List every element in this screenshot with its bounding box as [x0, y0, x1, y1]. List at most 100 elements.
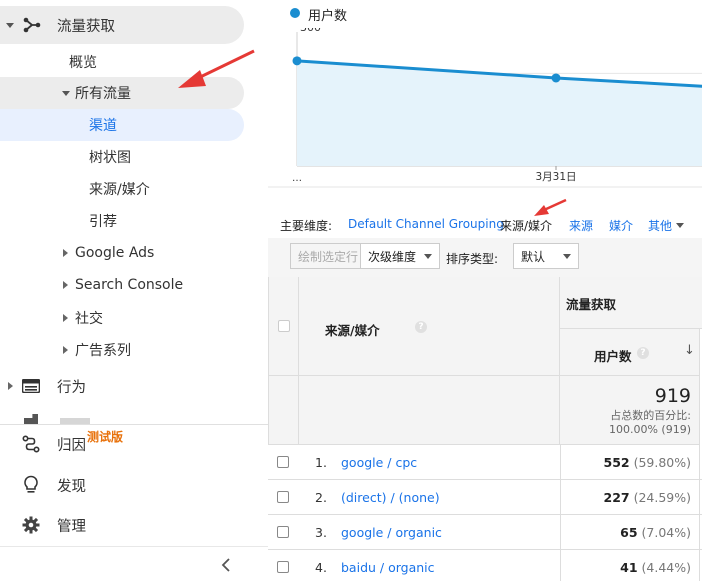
- row-index: 3.: [315, 525, 327, 540]
- row-users-pct: (7.04%): [641, 525, 691, 540]
- partially-hidden-icon: [24, 414, 38, 424]
- help-icon[interactable]: ?: [637, 347, 649, 359]
- header-source-cell: 来源/媒介 ?: [299, 277, 560, 376]
- sidebar-item-label: 行为: [57, 379, 86, 396]
- row-users: 552: [603, 455, 630, 470]
- column-users: 用户数: [594, 349, 632, 364]
- main-panel: 用户数 300200100…3月31日 主要维度: Default Channe…: [268, 0, 702, 581]
- header-checkbox-cell: [268, 277, 299, 376]
- sidebar-top-label: 流量获取: [57, 18, 115, 35]
- sidebar-item-google-ads[interactable]: Google Ads: [63, 237, 154, 269]
- dim-other[interactable]: 其他: [648, 217, 672, 234]
- sidebar-item-label: 广告系列: [75, 343, 131, 359]
- annotation-arrow: [534, 198, 567, 216]
- data-point: [551, 73, 561, 83]
- table-row: 1. google / cpc 552 (59.80%): [268, 445, 702, 480]
- sidebar-item-label: 管理: [57, 518, 86, 535]
- sidebar-item-label: 来源/媒介: [89, 182, 150, 198]
- annotation-arrow: [178, 49, 255, 88]
- dim-source[interactable]: 来源: [569, 217, 593, 234]
- acquisition-row[interactable]: 流量获取: [6, 9, 115, 41]
- chart-legend: 用户数: [308, 9, 348, 24]
- sidebar-item-label: 社交: [75, 311, 103, 327]
- sidebar-item-label: Google Ads: [75, 245, 155, 261]
- header-users-cell[interactable]: 用户数 ? ↓: [560, 329, 700, 376]
- sidebar-item-referrals[interactable]: 引荐: [89, 205, 117, 237]
- totals-label-cell: [299, 376, 560, 445]
- row-users-pct: (4.44%): [641, 560, 691, 575]
- chevron-down-icon: [424, 253, 432, 259]
- table-row: 2. (direct) / (none) 227 (24.59%): [268, 480, 702, 515]
- dim-medium[interactable]: 媒介: [609, 217, 633, 234]
- caret-right-icon: [63, 249, 68, 257]
- row-checkbox[interactable]: [277, 561, 289, 573]
- sidebar-item-all-traffic[interactable]: 所有流量: [62, 77, 131, 109]
- row-users-cell: 65 (7.04%): [560, 515, 700, 549]
- caret-right-icon: [8, 382, 13, 390]
- sidebar-item-social[interactable]: 社交: [63, 302, 103, 334]
- plot-rows-button[interactable]: 绘制选定行: [290, 243, 367, 269]
- totals-users-cell: 919 占总数的百分比: 100.00% (919): [560, 376, 700, 445]
- acquisition-icon: [23, 17, 41, 33]
- caret-right-icon: [63, 346, 68, 354]
- dim-source-medium[interactable]: 来源/媒介: [500, 217, 552, 234]
- chevron-down-icon: [676, 223, 684, 228]
- caret-right-icon: [63, 314, 68, 322]
- column-source-medium[interactable]: 来源/媒介: [325, 320, 380, 339]
- row-source-link[interactable]: baidu / organic: [341, 560, 435, 575]
- sidebar-item-treemaps[interactable]: 树状图: [89, 141, 131, 173]
- sidebar-item-label: 树状图: [89, 150, 131, 166]
- sort-desc-arrow-icon[interactable]: ↓: [684, 343, 695, 358]
- row-checkbox[interactable]: [277, 491, 289, 503]
- beta-badge: 测试版: [87, 429, 124, 444]
- sidebar-item-source-medium[interactable]: 来源/媒介: [89, 173, 150, 205]
- sidebar-item-label: Search Console: [75, 277, 184, 293]
- chevron-left-icon[interactable]: [220, 558, 232, 572]
- row-users: 65: [620, 525, 638, 540]
- sidebar-item-search-console[interactable]: Search Console: [63, 269, 183, 301]
- sort-type-select[interactable]: 默认: [513, 243, 579, 269]
- primary-dimension-label: 主要维度:: [280, 219, 333, 233]
- sidebar-item-discover[interactable]: 发现: [22, 469, 86, 501]
- sidebar-item-campaigns[interactable]: 广告系列: [63, 334, 131, 366]
- behavior-icon: [22, 379, 40, 393]
- plot-rows-label: 绘制选定行: [298, 249, 359, 264]
- row-users-cell: 227 (24.59%): [560, 480, 700, 514]
- series-area: [297, 60, 702, 166]
- y-tick-label: 300: [300, 28, 321, 34]
- row-index: 4.: [315, 560, 327, 575]
- row-checkbox[interactable]: [277, 526, 289, 538]
- row-index: 1.: [315, 455, 327, 470]
- row-users-cell: 41 (4.44%): [560, 550, 700, 581]
- sidebar-item-overview[interactable]: 概览: [69, 46, 97, 78]
- totals-checkbox-cell: [268, 376, 299, 445]
- select-all-checkbox[interactable]: [278, 320, 290, 332]
- row-source-link[interactable]: (direct) / (none): [341, 490, 440, 505]
- row-index: 2.: [315, 490, 327, 505]
- help-icon[interactable]: ?: [415, 321, 427, 333]
- row-source-link[interactable]: google / cpc: [341, 455, 417, 470]
- row-source-link[interactable]: google / organic: [341, 525, 442, 540]
- secondary-dimension-select[interactable]: 次级维度: [360, 243, 440, 269]
- row-users-cell: 552 (59.80%): [560, 445, 700, 479]
- row-checkbox[interactable]: [277, 456, 289, 468]
- sidebar-item-label: 渠道: [89, 118, 117, 134]
- sidebar-item-behavior[interactable]: 行为: [8, 370, 86, 402]
- sort-type-value: 默认: [521, 249, 546, 264]
- sidebar-item-channels[interactable]: 渠道: [89, 109, 117, 141]
- sidebar-item-admin[interactable]: 管理: [22, 509, 86, 541]
- sidebar-item-label: 所有流量: [75, 86, 131, 102]
- table-row: 4. baidu / organic 41 (4.44%): [268, 550, 702, 581]
- row-users-pct: (59.80%): [633, 455, 691, 470]
- dim-default-channel-grouping[interactable]: Default Channel Grouping: [348, 217, 504, 231]
- primary-dimension-bar: 主要维度: Default Channel Grouping 来源/媒介 来源 …: [268, 217, 702, 237]
- table-toolbar: 绘制选定行 次级维度 排序类型: 默认: [268, 238, 702, 278]
- caret-down-icon: [6, 22, 14, 28]
- legend-dot: [290, 8, 300, 18]
- sidebar-item-label: 归因: [57, 437, 86, 454]
- x-tick-label: …: [292, 173, 302, 184]
- sidebar-item-attribution[interactable]: 归因 测试版: [22, 428, 123, 460]
- x-tick-label: 3月31日: [535, 171, 576, 183]
- row-users: 227: [603, 490, 630, 505]
- sidebar-divider: [0, 424, 268, 425]
